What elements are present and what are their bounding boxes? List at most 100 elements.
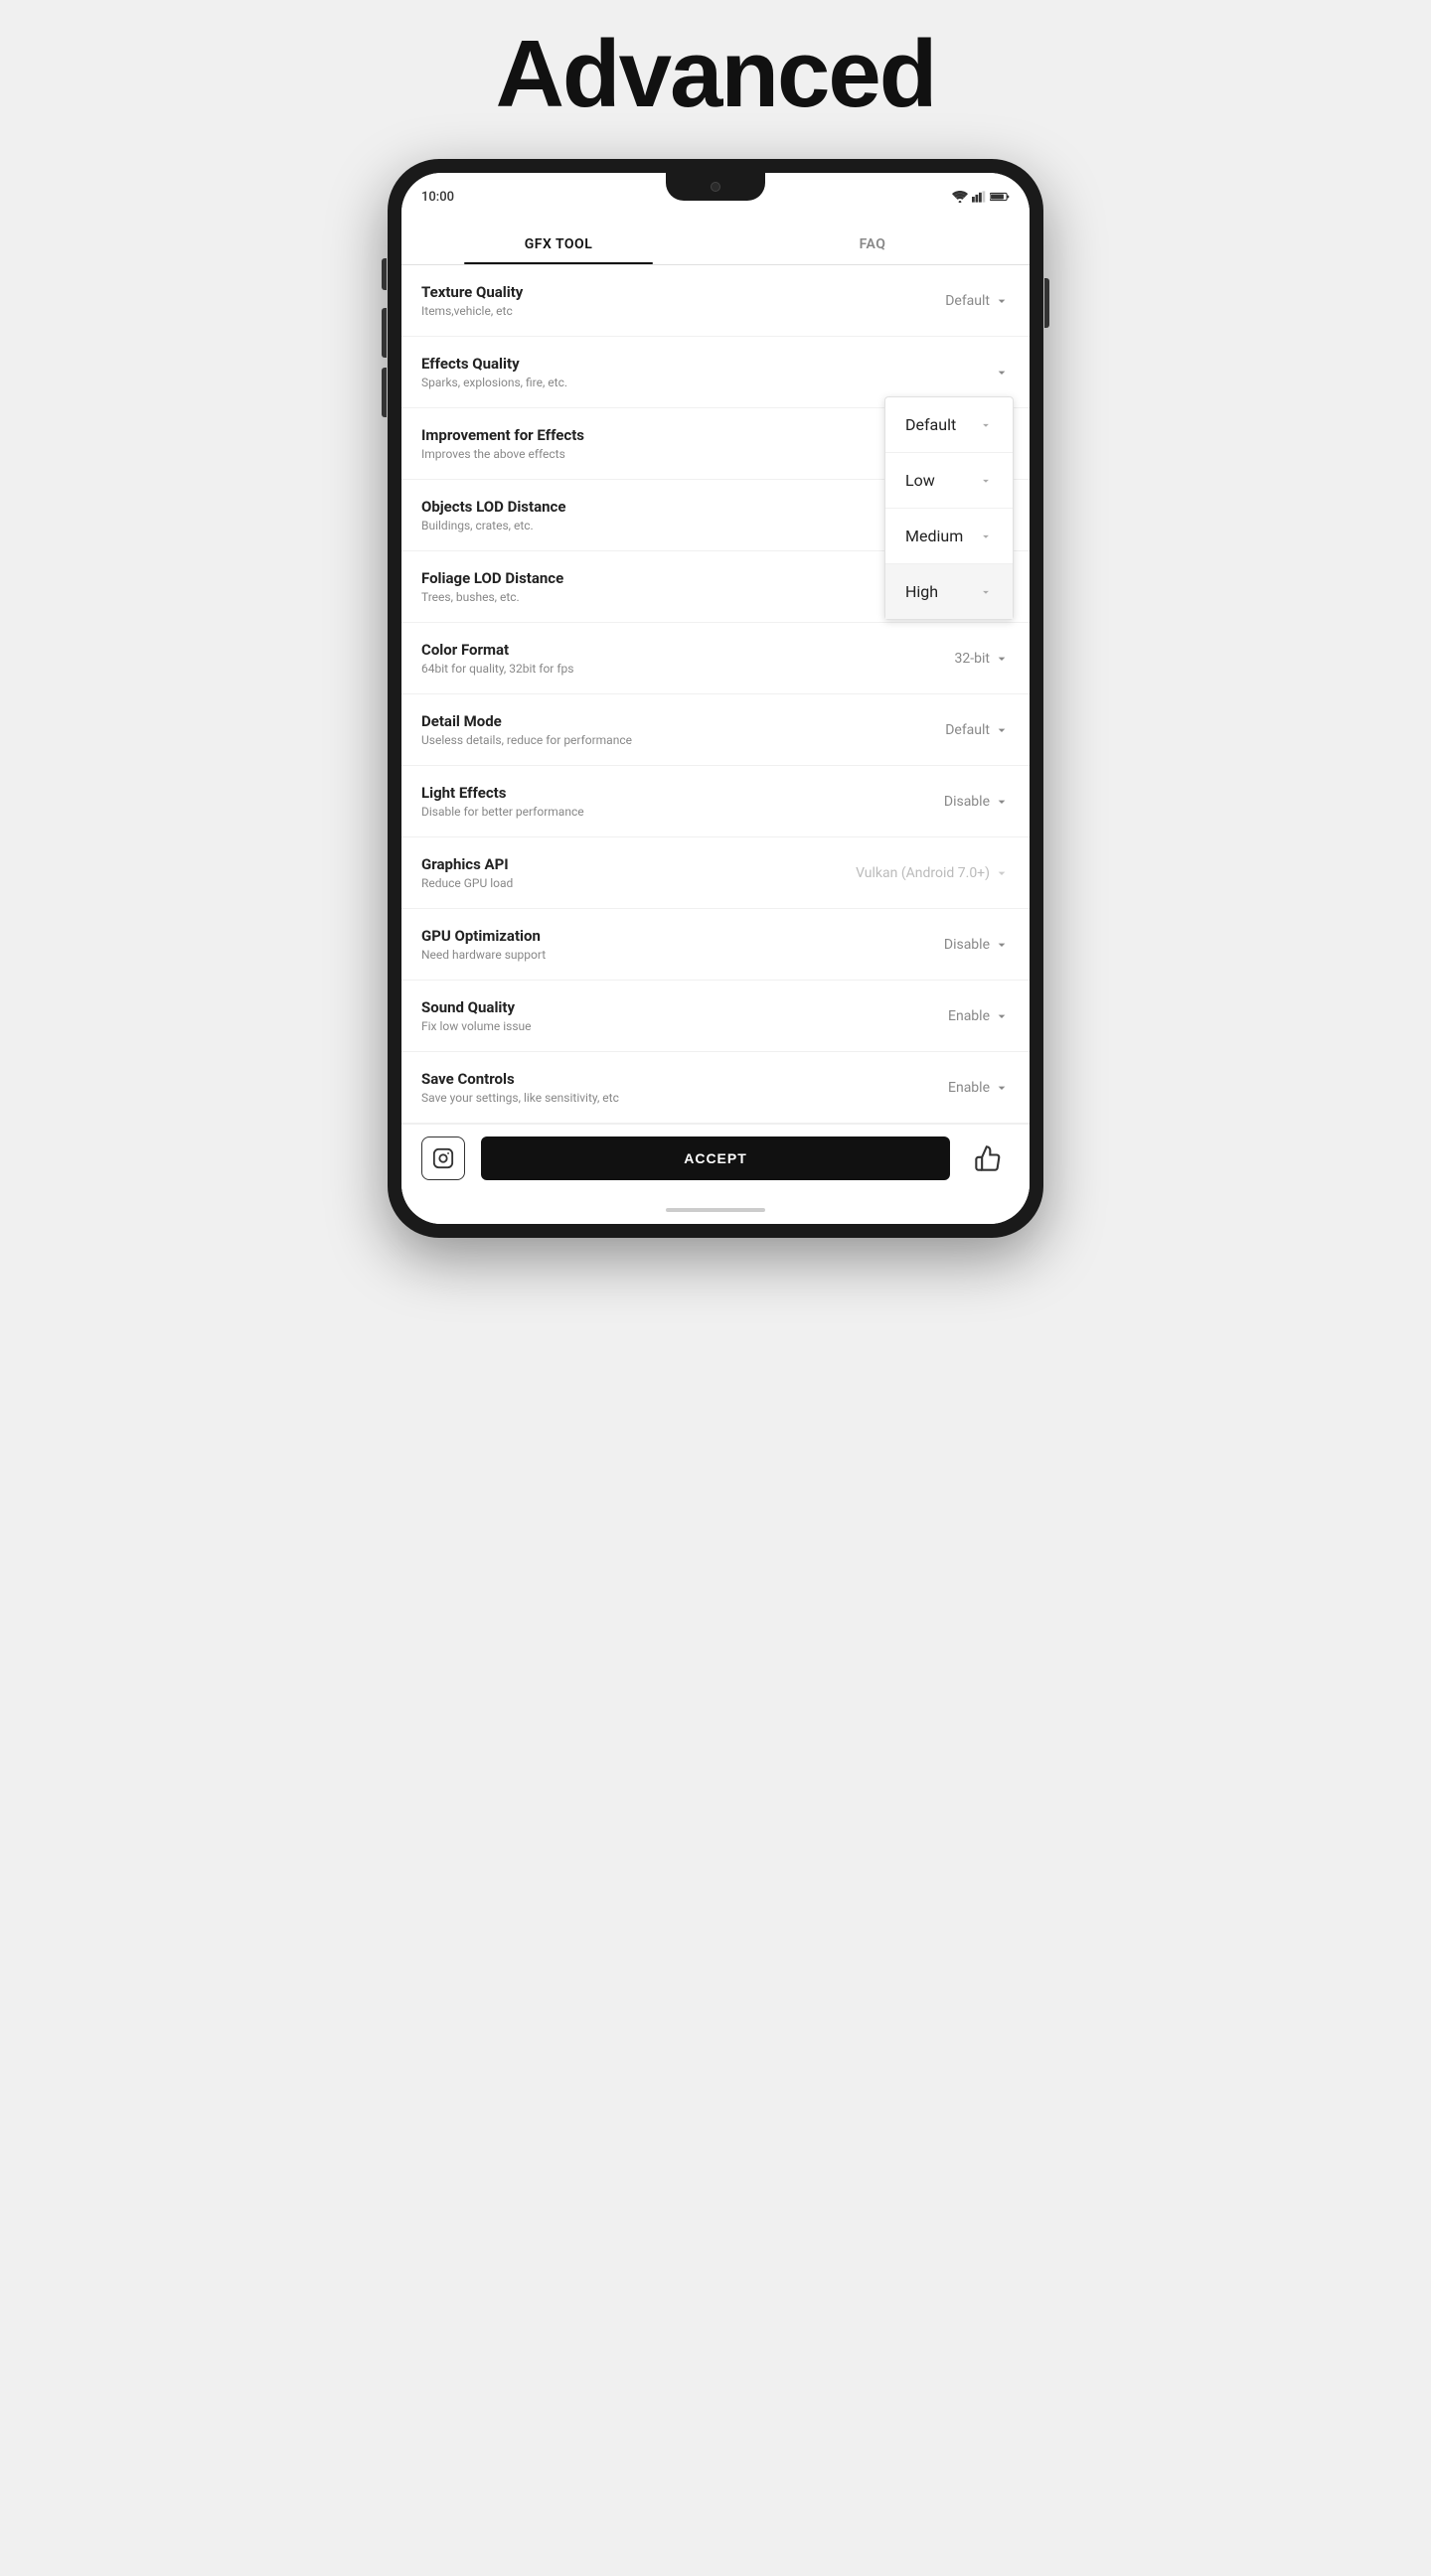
setting-subtitle-save-controls: Save your settings, like sensitivity, et…	[421, 1091, 890, 1105]
effects-dropdown[interactable]: Default Low Medium High	[884, 396, 1014, 620]
setting-subtitle-light-effects: Disable for better performance	[421, 805, 890, 819]
dropdown-option-default[interactable]: Default	[885, 397, 1013, 453]
setting-value-save-controls: Enable	[948, 1080, 990, 1096]
setting-title-gpu-optimization: GPU Optimization	[421, 927, 890, 945]
setting-right-gpu-optimization[interactable]: Disable	[900, 937, 1010, 953]
setting-value-color-format: 32-bit	[955, 651, 990, 667]
setting-row-color-format: Color Format 64bit for quality, 32bit fo…	[401, 623, 1030, 694]
setting-row-gpu-optimization: GPU Optimization Need hardware support D…	[401, 909, 1030, 981]
setting-value-graphics-api: Vulkan (Android 7.0+)	[856, 865, 990, 881]
dropdown-check-icon	[979, 418, 993, 432]
setting-title-detail-mode: Detail Mode	[421, 712, 890, 730]
setting-row-sound-quality: Sound Quality Fix low volume issue Enabl…	[401, 981, 1030, 1052]
setting-row-texture-quality: Texture Quality Items,vehicle, etc Defau…	[401, 265, 1030, 337]
dropdown-option-low[interactable]: Low	[885, 453, 1013, 509]
setting-subtitle-foliage-lod: Trees, bushes, etc.	[421, 590, 890, 604]
setting-subtitle-improvement: Improves the above effects	[421, 447, 890, 461]
setting-subtitle-texture: Items,vehicle, etc	[421, 304, 890, 318]
setting-right-effects[interactable]	[900, 365, 1010, 380]
setting-right-graphics-api[interactable]: Vulkan (Android 7.0+)	[856, 865, 1010, 881]
chevron-down-icon-color	[994, 651, 1010, 667]
setting-value-texture: Default	[945, 293, 990, 309]
dropdown-check-icon-low	[979, 474, 993, 488]
setting-title-save-controls: Save Controls	[421, 1070, 890, 1088]
setting-title-sound-quality: Sound Quality	[421, 998, 890, 1016]
setting-subtitle-effects: Sparks, explosions, fire, etc.	[421, 376, 890, 389]
setting-right-texture[interactable]: Default	[900, 293, 1010, 309]
setting-left-save-controls: Save Controls Save your settings, like s…	[421, 1070, 900, 1105]
thumbsup-icon	[974, 1144, 1002, 1172]
battery-icon	[990, 191, 1010, 203]
power-button	[1044, 278, 1049, 328]
instagram-icon	[432, 1147, 454, 1169]
setting-title-graphics-api: Graphics API	[421, 855, 846, 873]
setting-title-color-format: Color Format	[421, 641, 890, 659]
setting-right-sound-quality[interactable]: Enable	[900, 1008, 1010, 1024]
setting-left-effects: Effects Quality Sparks, explosions, fire…	[421, 355, 900, 389]
chevron-down-icon	[994, 293, 1010, 309]
bottom-bar: ACCEPT	[401, 1124, 1030, 1196]
camera-dot	[711, 182, 720, 192]
chevron-down-icon-sound	[994, 1008, 1010, 1024]
setting-right-color-format[interactable]: 32-bit	[900, 651, 1010, 667]
setting-subtitle-objects-lod: Buildings, crates, etc.	[421, 519, 890, 532]
setting-right-detail-mode[interactable]: Default	[900, 722, 1010, 738]
settings-list: Texture Quality Items,vehicle, etc Defau…	[401, 265, 1030, 1124]
setting-subtitle-gpu-optimization: Need hardware support	[421, 948, 890, 962]
setting-title-foliage-lod: Foliage LOD Distance	[421, 569, 890, 587]
setting-left-improvement: Improvement for Effects Improves the abo…	[421, 426, 900, 461]
mute-button	[382, 258, 387, 290]
setting-subtitle-graphics-api: Reduce GPU load	[421, 876, 846, 890]
volume-down-button	[382, 368, 387, 417]
setting-row-light-effects: Light Effects Disable for better perform…	[401, 766, 1030, 837]
setting-left-color-format: Color Format 64bit for quality, 32bit fo…	[421, 641, 900, 676]
setting-value-sound-quality: Enable	[948, 1008, 990, 1024]
phone-frame: 10:00	[388, 159, 1043, 1238]
setting-title-objects-lod: Objects LOD Distance	[421, 498, 890, 516]
page-title: Advanced	[496, 20, 936, 129]
volume-up-button	[382, 308, 387, 358]
setting-row-detail-mode: Detail Mode Useless details, reduce for …	[401, 694, 1030, 766]
dropdown-check-icon-high	[979, 585, 993, 599]
setting-value-gpu-optimization: Disable	[944, 937, 990, 953]
setting-left-gpu-optimization: GPU Optimization Need hardware support	[421, 927, 900, 962]
accept-button[interactable]: ACCEPT	[481, 1136, 950, 1180]
setting-row-effects-quality: Effects Quality Sparks, explosions, fire…	[401, 337, 1030, 408]
setting-title-improvement: Improvement for Effects	[421, 426, 890, 444]
chevron-down-icon-light	[994, 794, 1010, 810]
chevron-down-icon-save	[994, 1080, 1010, 1096]
setting-left-detail-mode: Detail Mode Useless details, reduce for …	[421, 712, 900, 747]
setting-title-effects: Effects Quality	[421, 355, 890, 373]
thumbsup-button[interactable]	[966, 1136, 1010, 1180]
chevron-down-icon-effects	[994, 365, 1010, 380]
setting-left-graphics-api: Graphics API Reduce GPU load	[421, 855, 856, 890]
setting-left-texture: Texture Quality Items,vehicle, etc	[421, 283, 900, 318]
setting-title-texture: Texture Quality	[421, 283, 890, 301]
setting-row-save-controls: Save Controls Save your settings, like s…	[401, 1052, 1030, 1124]
wifi-icon	[952, 191, 968, 203]
status-icons	[952, 191, 1010, 203]
setting-value-light-effects: Disable	[944, 794, 990, 810]
dropdown-check-icon-medium	[979, 530, 993, 543]
setting-value-detail-mode: Default	[945, 722, 990, 738]
setting-left-foliage-lod: Foliage LOD Distance Trees, bushes, etc.	[421, 569, 900, 604]
setting-left-objects-lod: Objects LOD Distance Buildings, crates, …	[421, 498, 900, 532]
dropdown-option-high[interactable]: High	[885, 564, 1013, 619]
tab-faq[interactable]: FAQ	[716, 221, 1030, 264]
tabs-container: GFX TOOL FAQ	[401, 221, 1030, 265]
dropdown-option-medium[interactable]: Medium	[885, 509, 1013, 564]
status-time: 10:00	[421, 190, 454, 205]
setting-right-light-effects[interactable]: Disable	[900, 794, 1010, 810]
chevron-down-icon-graphics	[994, 865, 1010, 881]
page-wrapper: Advanced 10:00	[318, 20, 1113, 1238]
chevron-down-icon-gpu	[994, 937, 1010, 953]
chevron-down-icon-detail	[994, 722, 1010, 738]
instagram-button[interactable]	[421, 1136, 465, 1180]
setting-title-light-effects: Light Effects	[421, 784, 890, 802]
tab-gfx-tool[interactable]: GFX TOOL	[401, 221, 716, 264]
setting-left-sound-quality: Sound Quality Fix low volume issue	[421, 998, 900, 1033]
setting-subtitle-detail-mode: Useless details, reduce for performance	[421, 733, 890, 747]
notch	[666, 173, 765, 201]
setting-right-save-controls[interactable]: Enable	[900, 1080, 1010, 1096]
home-bar	[666, 1208, 765, 1212]
